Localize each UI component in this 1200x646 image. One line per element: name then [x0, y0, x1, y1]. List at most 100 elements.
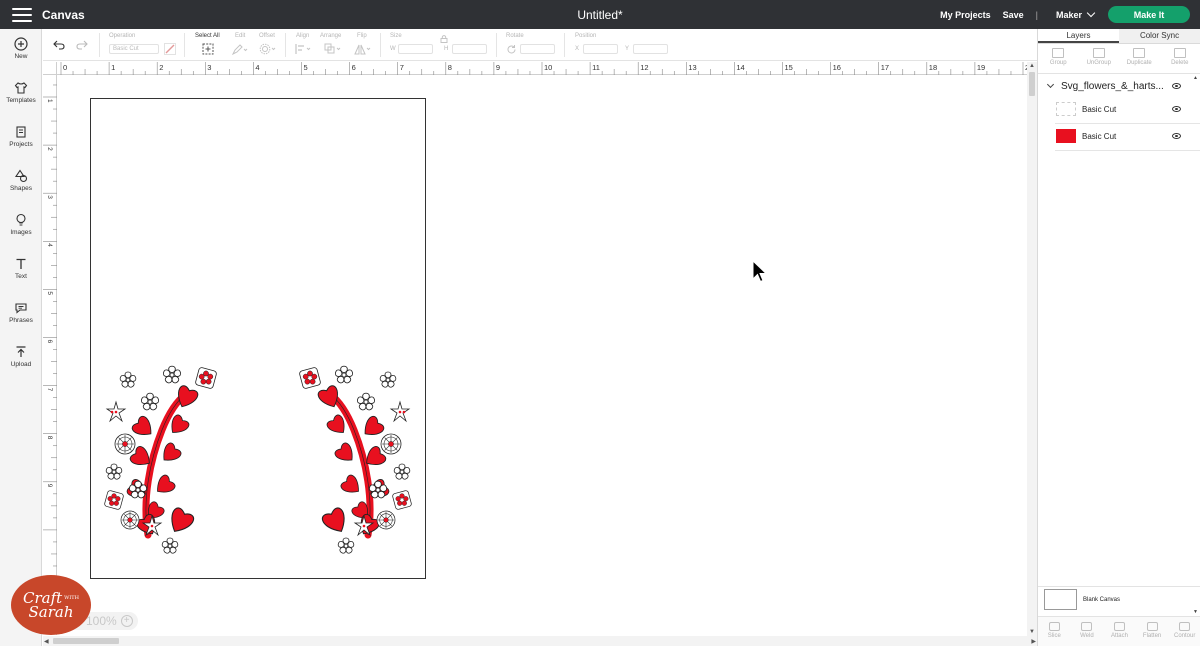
duplicate-button[interactable]: Duplicate [1119, 44, 1160, 73]
attach-button[interactable]: Attach [1103, 617, 1136, 646]
sidebar-label-new: New [14, 53, 28, 60]
ruler-corner [43, 62, 57, 75]
ungroup-icon [1092, 48, 1105, 58]
horizontal-scroll-thumb[interactable] [53, 638, 119, 644]
sidebar-item-templates[interactable]: Templates [0, 81, 42, 104]
eye-icon[interactable] [1172, 83, 1181, 89]
vertical-scroll-thumb[interactable] [1029, 72, 1035, 96]
contour-label: Contour [1173, 633, 1196, 639]
ruler-label: 4 [46, 243, 53, 247]
ruler-label: 8 [448, 63, 452, 72]
pen-color-icon[interactable] [164, 43, 176, 55]
ruler-label: 5 [46, 291, 53, 295]
align-icon[interactable] [295, 43, 313, 55]
select-all-icon[interactable] [202, 43, 214, 55]
speech-bubble-icon [15, 303, 27, 314]
hamburger-menu-icon[interactable] [12, 7, 32, 22]
zoom-level: 100% [86, 614, 117, 628]
scroll-down-arrow-icon[interactable]: ▼ [1029, 629, 1035, 635]
panel-tabs: Layers Color Sync [1038, 29, 1200, 44]
zoom-in-button[interactable]: + [120, 615, 133, 627]
flatten-icon [1146, 622, 1158, 631]
make-it-button[interactable]: Make It [1108, 6, 1190, 23]
position-x-input[interactable] [583, 44, 618, 54]
arrange-caption: Arrange [320, 33, 342, 39]
ruler-label: 4 [255, 63, 259, 72]
scroll-left-arrow-icon[interactable]: ◀ [44, 638, 49, 645]
sidebar-label-shapes: Shapes [9, 185, 33, 192]
chevron-down-icon[interactable] [1046, 80, 1055, 89]
operation-select[interactable]: Basic Cut [109, 44, 159, 54]
flatten-button[interactable]: Flatten [1136, 617, 1169, 646]
rotate-input[interactable] [520, 44, 555, 54]
blank-canvas-row[interactable]: Blank Canvas [1038, 586, 1200, 612]
sidebar-item-shapes[interactable]: Shapes [0, 169, 42, 192]
toolbar-divider [285, 33, 286, 57]
weld-button[interactable]: Weld [1071, 617, 1104, 646]
edit-icon[interactable] [232, 43, 248, 55]
toolbar-divider [380, 33, 381, 57]
scroll-up-arrow-icon[interactable]: ▲ [1029, 63, 1035, 69]
sidebar-item-text[interactable]: Text [0, 257, 42, 280]
machine-select[interactable]: Maker [1055, 8, 1096, 20]
sidebar-item-images[interactable]: Images [0, 213, 42, 236]
edit-caption: Edit [235, 33, 246, 39]
flip-icon[interactable] [354, 43, 372, 55]
undo-icon[interactable] [53, 40, 65, 50]
sidebar-item-phrases[interactable]: Phrases [0, 301, 42, 324]
app-title: Canvas [42, 7, 85, 22]
save-button[interactable]: Save [1003, 10, 1024, 20]
trash-icon [1173, 48, 1186, 58]
contour-button[interactable]: Contour [1168, 617, 1200, 646]
ruler-label: 2 [46, 147, 53, 151]
top-bar: Canvas Untitled* My Projects Save | Make… [0, 0, 1200, 29]
attach-label: Attach [1110, 633, 1128, 639]
layer-name: Basic Cut [1082, 104, 1117, 114]
ruler-label: 19 [977, 63, 985, 72]
ruler-label: 3 [207, 63, 211, 72]
eye-icon[interactable] [1172, 133, 1181, 139]
delete-button[interactable]: Delete [1160, 44, 1200, 73]
group-button[interactable]: Group [1038, 44, 1079, 73]
slice-label: Slice [1047, 633, 1061, 639]
select-all-label: Select All [195, 33, 220, 39]
size-height-input[interactable] [452, 44, 487, 54]
tab-layers[interactable]: Layers [1038, 29, 1119, 43]
arrange-icon[interactable] [324, 43, 342, 55]
slice-button[interactable]: Slice [1038, 617, 1071, 646]
scroll-up-arrow-icon[interactable]: ▲ [1193, 75, 1198, 81]
eye-icon[interactable] [1172, 106, 1181, 112]
size-width-input[interactable] [398, 44, 433, 54]
ungroup-button[interactable]: UnGroup [1079, 44, 1120, 73]
panel-scrollbar[interactable]: ▲ ▼ [1192, 75, 1200, 615]
ruler-label: 3 [46, 195, 53, 199]
sidebar-item-projects[interactable]: Projects [0, 125, 42, 148]
my-projects-link[interactable]: My Projects [940, 10, 991, 20]
machine-label: Maker [1055, 9, 1082, 20]
document-title[interactable]: Untitled* [577, 8, 622, 22]
horizontal-scrollbar[interactable]: ◀ ▶ [43, 636, 1037, 646]
redo-icon[interactable] [76, 40, 88, 50]
tab-color-sync[interactable]: Color Sync [1119, 29, 1200, 43]
ruler-label: 1 [111, 63, 115, 72]
vertical-scrollbar[interactable]: ▲ ▼ [1027, 62, 1037, 636]
flatten-label: Flatten [1142, 633, 1162, 639]
ruler-label: 1 [46, 99, 53, 103]
logo-line2: Sarah [28, 602, 74, 621]
left-sidebar: New Templates Projects Shapes Images Tex… [0, 29, 42, 646]
offset-icon[interactable] [259, 43, 277, 55]
operation-caption: Operation [109, 33, 136, 39]
weld-label: Weld [1080, 633, 1094, 639]
duplicate-icon [1133, 48, 1146, 58]
sidebar-item-upload[interactable]: Upload [0, 345, 42, 368]
sidebar-item-new[interactable]: New [0, 37, 42, 60]
projects-icon [16, 126, 26, 138]
align-caption: Align [296, 33, 310, 39]
vertical-ruler: 1 2 3 4 5 6 7 8 9 [43, 75, 57, 635]
blank-canvas-swatch [1044, 589, 1077, 610]
lock-icon[interactable] [440, 35, 448, 43]
position-y-input[interactable] [633, 44, 668, 54]
horizontal-ruler: 01234567891011121314151617181920 [57, 62, 1033, 75]
flowers-and-hearts-design[interactable] [90, 350, 426, 570]
scroll-right-arrow-icon[interactable]: ▶ [1031, 638, 1036, 645]
